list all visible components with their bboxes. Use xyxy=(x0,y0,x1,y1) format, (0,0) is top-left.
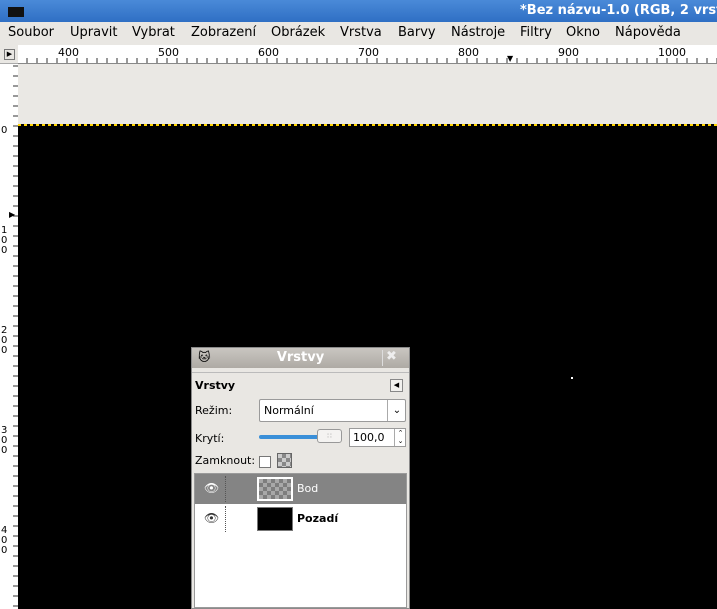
layers-dialog: 🐱 Vrstvy ✖ Vrstvy ◀ Režim: Normální ⌄ Kr… xyxy=(191,347,410,609)
close-icon[interactable]: ✖ xyxy=(386,349,397,364)
ruler-corner-button[interactable]: ▶ xyxy=(0,45,19,64)
chevron-down-icon: ⌄ xyxy=(387,400,406,421)
menubar: Soubor Upravit Vybrat Zobrazení Obrázek … xyxy=(0,22,717,46)
menu-filtry[interactable]: Filtry xyxy=(520,25,552,40)
menu-barvy[interactable]: Barvy xyxy=(398,25,436,40)
eye-icon[interactable]: 👁 xyxy=(204,511,219,525)
opacity-spinbox[interactable]: 100,0 ⌃ ⌄ xyxy=(349,428,406,447)
chain-column[interactable] xyxy=(225,476,227,502)
layers-list[interactable]: 👁 Bod 👁 Pozadí xyxy=(194,473,407,608)
ruler-label: 0 xyxy=(1,125,8,136)
menu-upravit[interactable]: Upravit xyxy=(70,25,117,40)
lock-label: Zamknout: xyxy=(195,454,256,467)
window-title: *Bez názvu-1.0 (RGB, 2 vrst xyxy=(520,3,717,18)
menu-soubor[interactable]: Soubor xyxy=(8,25,54,40)
dialog-titlebar[interactable]: 🐱 Vrstvy ✖ xyxy=(192,348,409,368)
window-menu-icon[interactable] xyxy=(8,7,24,17)
ruler-label: 300 xyxy=(1,425,8,456)
vertical-ruler[interactable]: 0 100 200 300 400 ▶ xyxy=(0,64,19,609)
mode-value: Normální xyxy=(264,404,314,417)
ruler-label: 400 xyxy=(58,46,79,59)
spin-arrows-icon[interactable]: ⌃ ⌄ xyxy=(394,429,406,446)
menu-nastroje[interactable]: Nástroje xyxy=(451,25,505,40)
triangle-right-icon: ▶ xyxy=(4,49,15,60)
layer-name: Bod xyxy=(297,482,319,495)
layer-name: Pozadí xyxy=(297,512,339,525)
ruler-label: 800 xyxy=(458,46,479,59)
ruler-label: 500 xyxy=(158,46,179,59)
menu-zobrazeni[interactable]: Zobrazení xyxy=(191,25,256,40)
ruler-label: 900 xyxy=(558,46,579,59)
layer-thumbnail xyxy=(257,507,293,531)
window-titlebar[interactable]: *Bez názvu-1.0 (RGB, 2 vrst xyxy=(0,0,717,22)
mode-select[interactable]: Normální ⌄ xyxy=(259,399,406,422)
dialog-grip xyxy=(192,368,409,373)
opacity-value: 100,0 xyxy=(353,431,385,444)
opacity-slider-handle[interactable]: ∷ xyxy=(317,429,342,443)
ruler-label: 600 xyxy=(258,46,279,59)
menu-vrstva[interactable]: Vrstva xyxy=(340,25,382,40)
menu-obrazek[interactable]: Obrázek xyxy=(271,25,325,40)
lock-pixels-checkbox[interactable] xyxy=(259,456,271,468)
titlebar-separator xyxy=(382,350,383,366)
menu-napoveda[interactable]: Nápověda xyxy=(615,25,681,40)
tab-menu-button[interactable]: ◀ xyxy=(390,379,403,392)
canvas-pixel-dot xyxy=(571,377,573,379)
dialog-title: Vrstvy xyxy=(276,350,325,365)
ruler-label: 200 xyxy=(1,325,8,356)
tab-title: Vrstvy xyxy=(195,379,236,392)
opacity-label: Krytí: xyxy=(195,432,225,445)
layer-thumbnail xyxy=(257,477,293,501)
ruler-label: 100 xyxy=(1,225,8,256)
horizontal-ruler[interactable]: 400 500 600 700 800 900 1000 ▼ xyxy=(18,45,717,64)
ruler-label: 700 xyxy=(358,46,379,59)
ruler-label: 1000 xyxy=(658,46,686,59)
pointer-marker-icon: ▼ xyxy=(507,54,514,63)
lock-alpha-icon[interactable] xyxy=(277,453,292,468)
menu-vybrat[interactable]: Vybrat xyxy=(132,25,175,40)
layer-row-bod[interactable]: 👁 Bod xyxy=(195,474,406,504)
menu-okno[interactable]: Okno xyxy=(566,25,600,40)
chain-column[interactable] xyxy=(225,506,227,532)
layer-row-pozadi[interactable]: 👁 Pozadí xyxy=(195,504,406,534)
ruler-label: 400 xyxy=(1,525,8,556)
mode-label: Režim: xyxy=(195,404,233,417)
canvas-padding xyxy=(18,64,717,124)
eye-icon[interactable]: 👁 xyxy=(204,481,219,495)
pointer-marker-icon: ▶ xyxy=(9,210,16,219)
